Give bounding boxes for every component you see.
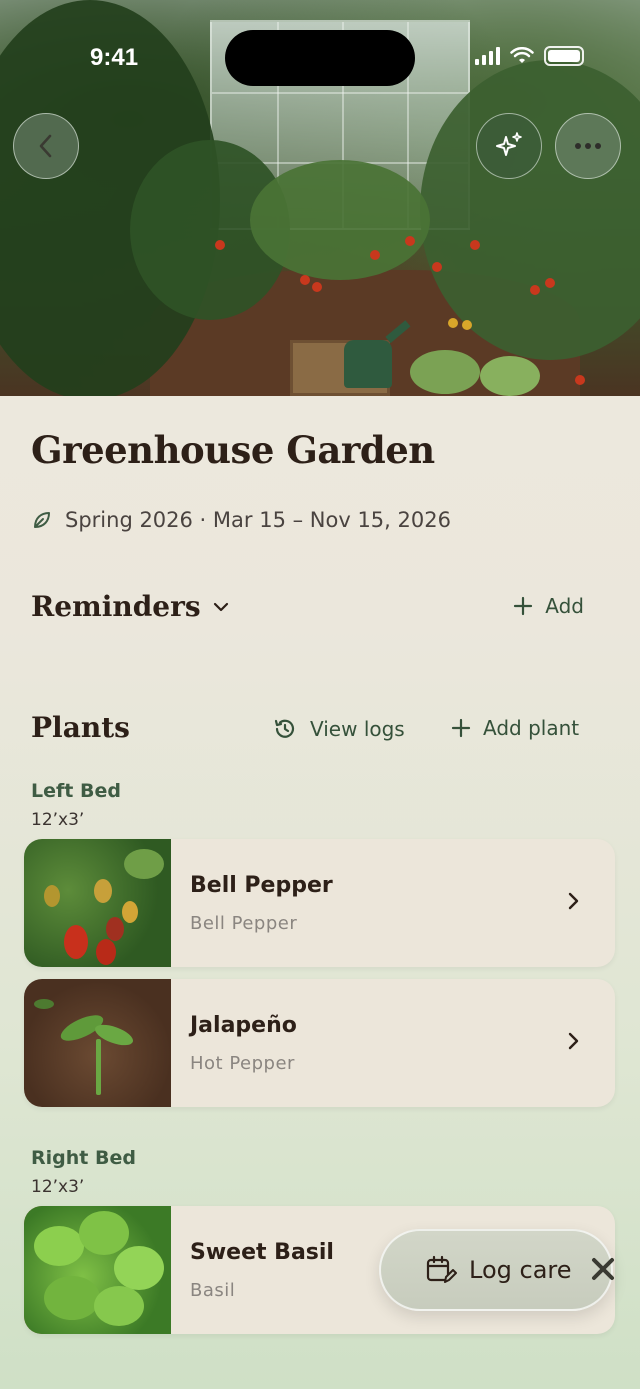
reminders-title: Reminders (31, 590, 201, 623)
more-options-button[interactable] (555, 113, 621, 179)
add-plant-button[interactable]: Add plant (451, 716, 579, 740)
calendar-edit-icon (426, 1255, 457, 1283)
leaf-icon (34, 512, 50, 528)
plant-name: Bell Pepper (190, 873, 333, 898)
add-reminder-button[interactable]: Add (513, 594, 584, 618)
history-icon (274, 719, 295, 738)
reminders-header[interactable]: Reminders (31, 590, 231, 623)
plants-header: Plants (31, 711, 130, 744)
plant-type: Hot Pepper (190, 1053, 295, 1074)
plant-type: Basil (190, 1280, 236, 1301)
view-logs-button[interactable]: View logs (272, 716, 405, 742)
status-time: 9:41 (90, 44, 139, 71)
view-logs-label: View logs (310, 717, 405, 741)
chevron-left-icon (39, 134, 52, 158)
bed-name: Right Bed (31, 1147, 136, 1169)
status-icons (475, 46, 584, 66)
more-horizontal-icon (575, 143, 601, 149)
wifi-icon (510, 47, 534, 63)
plant-name: Jalapeño (190, 1013, 297, 1038)
cellular-signal-icon (475, 47, 500, 65)
plant-card[interactable]: Bell Pepper Bell Pepper (24, 839, 615, 967)
plus-icon (514, 596, 533, 616)
close-icon[interactable] (588, 1254, 618, 1284)
chevron-down-icon (213, 602, 228, 611)
sparkles-icon (496, 132, 522, 156)
plant-name: Sweet Basil (190, 1240, 334, 1265)
plant-thumbnail (24, 979, 171, 1107)
bed-size: 12’x3’ (31, 810, 85, 830)
season-text: Spring 2026 · Mar 15 – Nov 15, 2026 (65, 508, 451, 532)
plants-title: Plants (31, 711, 130, 744)
dynamic-island (225, 30, 415, 86)
plant-thumbnail (24, 839, 171, 967)
bed-size: 12’x3’ (31, 1177, 85, 1197)
page-title: Greenhouse Garden (31, 428, 435, 472)
chevron-right-icon (568, 892, 579, 910)
add-plant-label: Add plant (483, 716, 580, 740)
add-reminder-label: Add (545, 594, 584, 618)
watering-can (344, 340, 392, 388)
plant-card[interactable]: Jalapeño Hot Pepper (24, 979, 615, 1107)
log-care-button[interactable]: Log care (379, 1229, 613, 1311)
chevron-right-icon (568, 1032, 579, 1050)
season-info: Spring 2026 · Mar 15 – Nov 15, 2026 (31, 508, 451, 532)
plant-thumbnail (24, 1206, 171, 1334)
plus-icon (451, 718, 471, 738)
plant-type: Bell Pepper (190, 913, 298, 934)
ai-assistant-button[interactable] (476, 113, 542, 179)
log-care-label: Log care (469, 1256, 572, 1284)
battery-icon (544, 46, 584, 66)
bed-name: Left Bed (31, 780, 121, 802)
back-button[interactable] (13, 113, 79, 179)
